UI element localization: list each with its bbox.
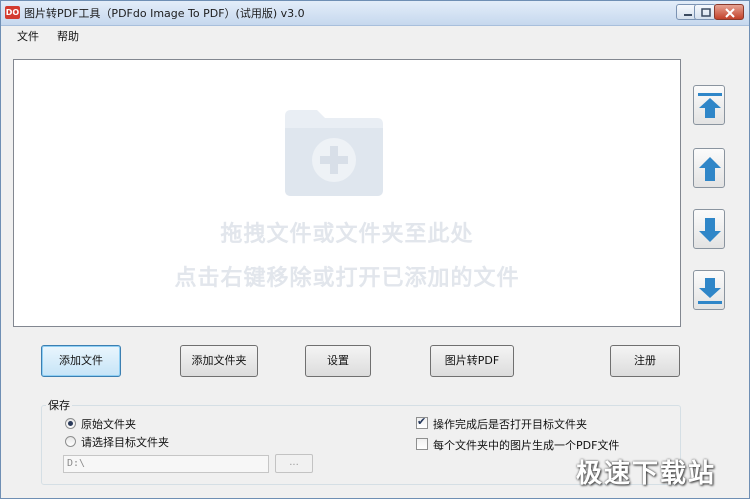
arrow-up-icon — [699, 157, 721, 181]
file-drop-area[interactable]: 拖拽文件或文件夹至此处 点击右键移除或打开已添加的文件 — [13, 59, 681, 327]
one-pdf-per-folder-checkbox[interactable] — [416, 438, 428, 450]
arrow-down-icon — [699, 218, 721, 242]
settings-button[interactable]: 设置 — [305, 345, 371, 377]
title-bar[interactable]: DO 图片转PDF工具（PDFdo Image To PDF）(试用版) v3.… — [1, 1, 749, 26]
one-pdf-per-folder-label[interactable]: 每个文件夹中的图片生成一个PDF文件 — [433, 437, 619, 453]
save-group-label: 保存 — [46, 397, 72, 413]
window-title: 图片转PDF工具（PDFdo Image To PDF）(试用版) v3.0 — [24, 7, 305, 20]
add-folder-button[interactable]: 添加文件夹 — [180, 345, 258, 377]
radio-selected-dot — [68, 421, 73, 426]
add-file-button[interactable]: 添加文件 — [41, 345, 121, 377]
app-icon: DO — [5, 6, 20, 19]
open-after-label[interactable]: 操作完成后是否打开目标文件夹 — [433, 416, 587, 432]
drop-hint-line2: 点击右键移除或打开已添加的文件 — [174, 266, 520, 291]
move-top-button[interactable] — [693, 85, 725, 125]
convert-to-pdf-button[interactable]: 图片转PDF — [430, 345, 514, 377]
maximize-button[interactable] — [694, 4, 716, 20]
close-icon — [725, 8, 735, 18]
move-bottom-button[interactable] — [693, 270, 725, 310]
open-after-checkbox[interactable]: ✔ — [416, 415, 428, 429]
checkmark-icon: ✔ — [417, 415, 427, 428]
folder-plus-icon — [285, 110, 383, 196]
browse-button[interactable]: ... — [275, 454, 313, 473]
site-watermark: 极速下载站 — [576, 459, 717, 489]
register-button[interactable]: 注册 — [610, 345, 680, 377]
radio-choose-folder-label[interactable]: 请选择目标文件夹 — [81, 434, 169, 450]
app-window: DO 图片转PDF工具（PDFdo Image To PDF）(试用版) v3.… — [0, 0, 750, 499]
radio-original-folder[interactable] — [65, 418, 76, 429]
radio-choose-folder[interactable] — [65, 436, 76, 447]
drop-hint-line1: 拖拽文件或文件夹至此处 — [220, 222, 474, 247]
close-button[interactable] — [714, 4, 744, 20]
move-down-button[interactable] — [693, 209, 725, 249]
menu-help[interactable]: 帮助 — [55, 28, 81, 44]
menu-file[interactable]: 文件 — [15, 28, 41, 44]
move-up-button[interactable] — [693, 148, 725, 188]
arrow-to-top-icon — [698, 93, 722, 118]
menu-bar: 文件 帮助 — [1, 26, 749, 46]
arrow-to-bottom-icon — [698, 278, 722, 304]
target-folder-path-input[interactable]: D:\ — [63, 455, 269, 473]
radio-original-folder-label[interactable]: 原始文件夹 — [81, 416, 136, 432]
